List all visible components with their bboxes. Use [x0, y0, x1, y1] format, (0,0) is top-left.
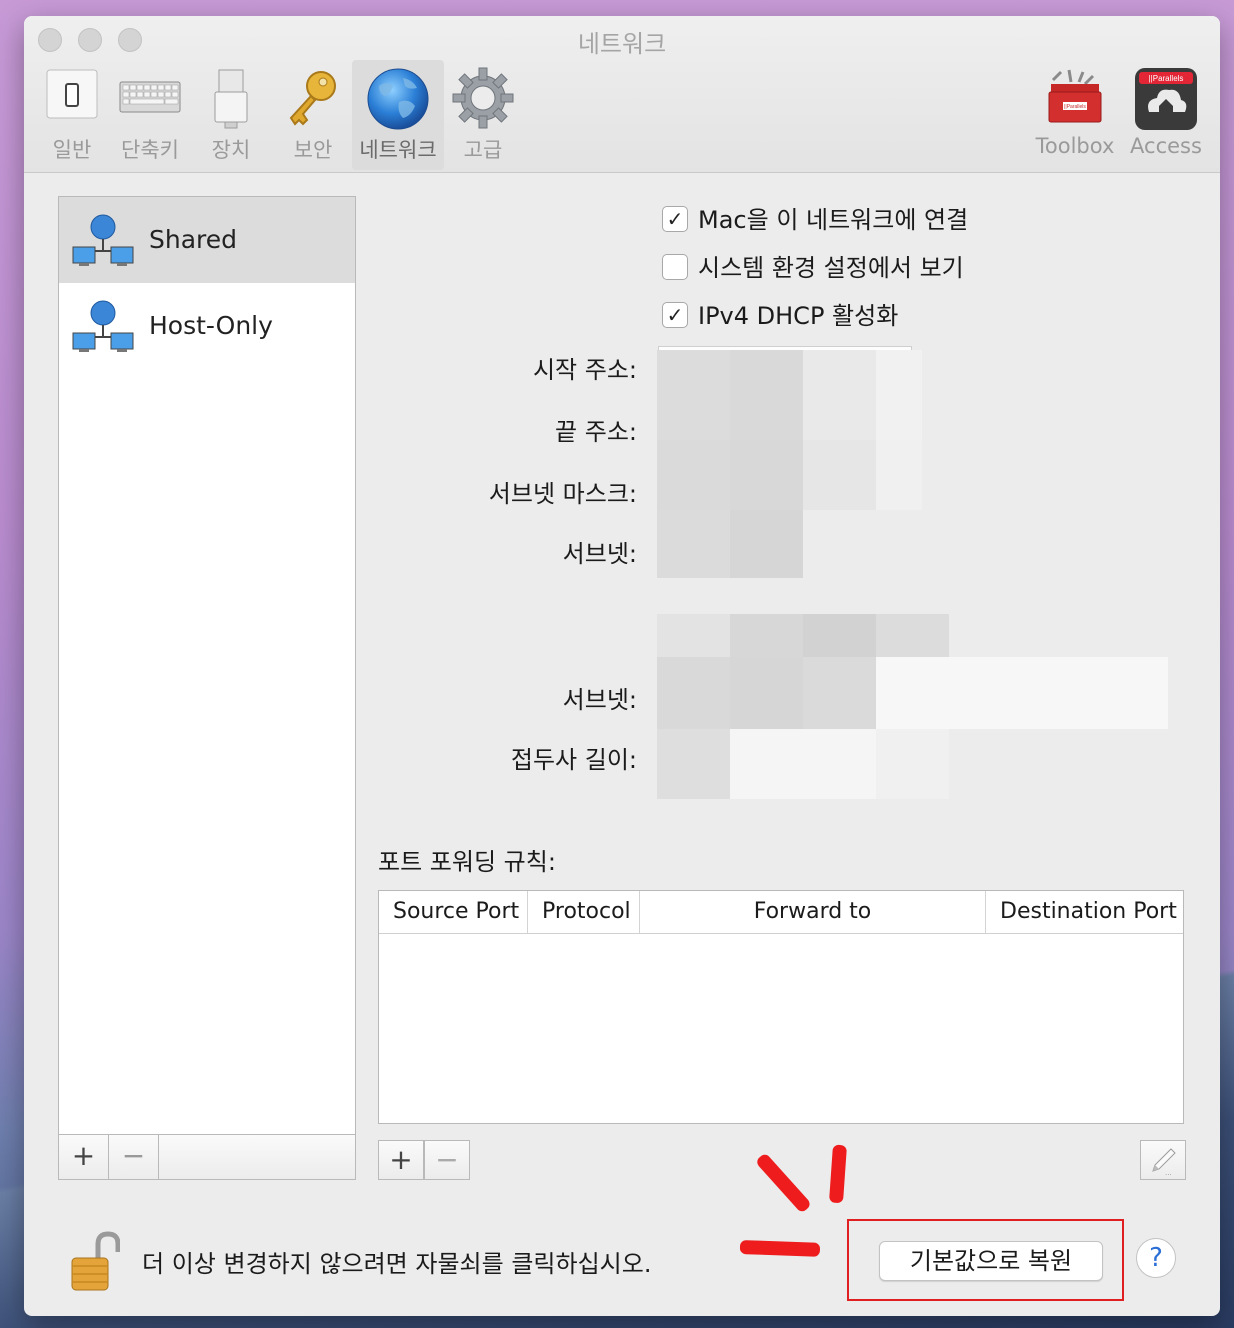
- port-forwarding-table[interactable]: Source Port Protocol Forward to Destinat…: [378, 890, 1184, 1124]
- toolbox-label: Toolbox: [1035, 134, 1115, 158]
- add-network-button[interactable]: +: [59, 1135, 109, 1179]
- edit-rule-button[interactable]: ...: [1140, 1140, 1186, 1180]
- annotation-stroke: [739, 1240, 821, 1257]
- title-bar: 네트워크 일반 단축키 장치 보안 네트워크 고급 ||Parallels To…: [24, 16, 1220, 173]
- toolbox-icon: ||Parallels: [1043, 66, 1107, 134]
- subnet-mask-label: 서브넷 마스크:: [488, 480, 637, 508]
- port-forwarding-title: 포트 포워딩 규칙:: [378, 848, 556, 876]
- table-header: Source Port Protocol Forward to Destinat…: [379, 891, 1183, 934]
- column-forward-to[interactable]: Forward to: [639, 891, 985, 933]
- access-button[interactable]: ||Parallels Access: [1126, 60, 1206, 170]
- gear-icon: [451, 66, 515, 134]
- network-item-host-only[interactable]: Host-Only: [59, 283, 355, 369]
- key-icon: [283, 66, 343, 134]
- network-item-shared[interactable]: Shared: [59, 197, 355, 283]
- prefix-length-label: 접두사 길이:: [510, 746, 637, 774]
- lock-instruction-text: 더 이상 변경하지 않으려면 자물쇠를 클릭하십시오.: [142, 1250, 652, 1278]
- tab-label: 장치: [211, 138, 251, 162]
- connect-mac-option[interactable]: ✓ Mac을 이 네트워크에 연결: [662, 200, 969, 234]
- add-rule-button[interactable]: +: [378, 1140, 424, 1180]
- usb-icon: [211, 66, 251, 134]
- tab-general[interactable]: 일반: [38, 60, 106, 170]
- remove-network-button[interactable]: −: [109, 1135, 159, 1179]
- network-list: Shared Host-Only + −: [58, 196, 356, 1180]
- tab-advanced[interactable]: 고급: [448, 60, 518, 170]
- connect-mac-label: Mac을 이 네트워크에 연결: [698, 206, 969, 234]
- tab-label: 네트워크: [359, 138, 437, 162]
- subnet-label: 서브넷:: [562, 540, 637, 568]
- show-in-prefs-label: 시스템 환경 설정에서 보기: [698, 254, 964, 282]
- svg-text:||Parallels: ||Parallels: [1064, 104, 1086, 110]
- network-list-footer: + −: [59, 1134, 355, 1179]
- ipv6-subnet-label: 서브넷:: [562, 686, 637, 714]
- annotation-highlight-box: [847, 1219, 1124, 1301]
- end-address-label: 끝 주소:: [555, 418, 637, 446]
- preferences-window: 네트워크 일반 단축키 장치 보안 네트워크 고급 ||Parallels To…: [24, 16, 1220, 1316]
- show-in-prefs-option[interactable]: 시스템 환경 설정에서 보기: [662, 248, 964, 282]
- access-icon: ||Parallels: [1133, 66, 1199, 136]
- tab-label: 보안: [293, 138, 333, 162]
- column-destination-port[interactable]: Destination Port: [985, 891, 1183, 933]
- help-button[interactable]: ?: [1136, 1238, 1176, 1278]
- window-title: 네트워크: [577, 30, 667, 58]
- svg-text:...: ...: [1165, 1168, 1172, 1177]
- toolbox-button[interactable]: ||Parallels Toolbox: [1028, 60, 1122, 170]
- network-item-label: Shared: [149, 225, 238, 254]
- ipv4-dhcp-checkbox[interactable]: ✓: [662, 302, 688, 328]
- parallels-badge: ||Parallels: [1149, 74, 1184, 83]
- pencil-icon: ...: [1152, 1148, 1176, 1177]
- connect-mac-checkbox[interactable]: ✓: [662, 206, 688, 232]
- remove-rule-button[interactable]: −: [424, 1140, 470, 1180]
- access-label: Access: [1130, 134, 1202, 158]
- show-in-prefs-checkbox[interactable]: [662, 254, 688, 280]
- network-icon: [71, 213, 135, 273]
- keyboard-icon: [118, 66, 182, 126]
- network-icon: [71, 299, 135, 359]
- globe-icon: [365, 66, 431, 136]
- tab-network[interactable]: 네트워크: [352, 60, 444, 170]
- column-source-port[interactable]: Source Port: [379, 891, 527, 933]
- network-item-label: Host-Only: [149, 311, 273, 340]
- unlocked-padlock-icon[interactable]: [70, 1230, 121, 1298]
- ipv4-dhcp-label: IPv4 DHCP 활성화: [698, 302, 899, 330]
- device-icon: [44, 66, 100, 126]
- tab-label: 고급: [463, 138, 503, 162]
- tab-label: 일반: [52, 138, 92, 162]
- column-protocol[interactable]: Protocol: [527, 891, 639, 933]
- tab-label: 단축키: [121, 138, 179, 162]
- ipv4-dhcp-option[interactable]: ✓ IPv4 DHCP 활성화: [662, 296, 899, 330]
- tab-devices[interactable]: 장치: [200, 60, 262, 170]
- tab-shortcuts[interactable]: 단축키: [114, 60, 186, 170]
- start-address-label: 시작 주소:: [532, 356, 637, 384]
- tab-security[interactable]: 보안: [278, 60, 348, 170]
